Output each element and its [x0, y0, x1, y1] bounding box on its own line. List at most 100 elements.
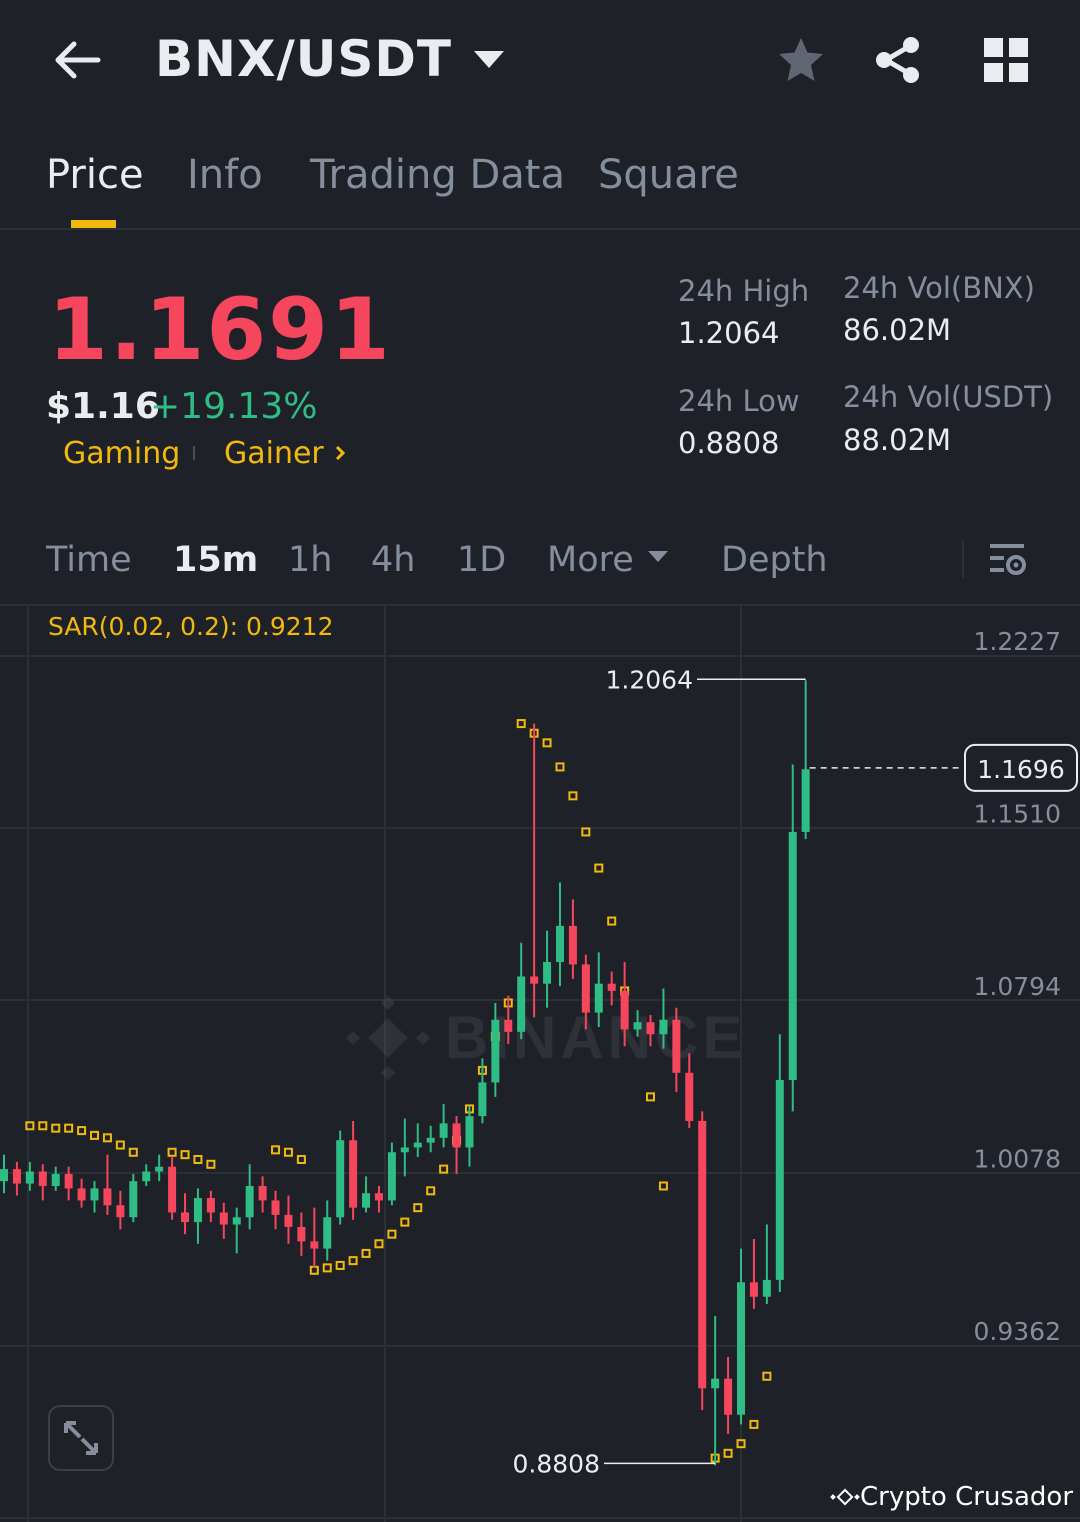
candle — [77, 1178, 86, 1208]
y-tick-label: 1.0078 — [974, 1145, 1061, 1174]
interval-1h[interactable]: 1h — [288, 540, 332, 580]
candle — [362, 1176, 371, 1213]
sar-point — [516, 719, 526, 729]
candle-body — [801, 769, 810, 832]
back-arrow-icon[interactable] — [48, 36, 104, 84]
sar-point — [658, 1181, 668, 1191]
sar-point — [296, 1154, 306, 1164]
sar-indicator-label: SAR(0.02, 0.2): 0.9212 — [48, 612, 334, 641]
low-marker-label: 0.8808 — [513, 1449, 600, 1478]
interval-more[interactable]: More — [547, 540, 668, 580]
candle — [400, 1118, 409, 1177]
candle-body — [439, 1123, 448, 1138]
candle — [801, 680, 810, 840]
candle — [258, 1176, 267, 1213]
sar-point — [374, 1239, 384, 1249]
author-signature: Crypto Crusador — [830, 1482, 1073, 1512]
candle — [323, 1200, 332, 1261]
candle — [232, 1207, 241, 1254]
candle-body — [349, 1140, 358, 1208]
sar-point — [555, 762, 565, 772]
tab-price[interactable]: Price — [46, 152, 144, 198]
candle — [775, 1034, 784, 1292]
star-icon[interactable] — [775, 34, 827, 86]
candle-body — [491, 1019, 500, 1083]
interval-more-label: More — [547, 540, 634, 580]
candle-body — [646, 1022, 655, 1035]
sar-point — [348, 1256, 358, 1266]
sar-point — [271, 1145, 281, 1155]
interval-4h[interactable]: 4h — [371, 540, 415, 580]
sar-point — [568, 791, 578, 801]
sar-point — [581, 827, 591, 837]
tab-info[interactable]: Info — [187, 152, 263, 198]
candle-body — [633, 1022, 642, 1030]
candle-body — [607, 983, 616, 991]
candle-body — [25, 1171, 34, 1184]
candle — [297, 1212, 306, 1256]
tab-trading-data[interactable]: Trading Data — [310, 152, 565, 198]
interval-time[interactable]: Time — [46, 540, 132, 580]
candle — [142, 1164, 151, 1186]
vol-base-label: 24h Vol(BNX) — [843, 271, 1035, 305]
high-value: 1.2064 — [678, 316, 780, 350]
tab-bar: Price Info Trading Data Square — [0, 140, 1080, 230]
sar-point — [167, 1147, 177, 1157]
candle — [517, 942, 526, 1040]
candle — [698, 1111, 707, 1410]
pair-selector[interactable]: BNX/USDT — [155, 30, 504, 88]
chart-settings-icon[interactable] — [986, 538, 1030, 582]
candle — [762, 1224, 771, 1304]
chevron-right-icon[interactable] — [333, 446, 347, 460]
candle — [116, 1190, 125, 1230]
candle — [245, 1164, 254, 1230]
candle-body — [64, 1173, 73, 1189]
candle — [387, 1142, 396, 1206]
candle-body — [12, 1169, 21, 1184]
candle-body — [517, 976, 526, 1032]
candle — [724, 1356, 733, 1435]
binance-watermark: BINANCE — [345, 995, 742, 1081]
candle-body — [0, 1169, 8, 1182]
interval-15m[interactable]: 15m — [173, 540, 258, 580]
candle-series — [0, 680, 810, 1466]
depth-tab[interactable]: Depth — [721, 540, 828, 580]
sar-point — [193, 1154, 203, 1164]
candle — [103, 1154, 112, 1215]
interval-1d[interactable]: 1D — [457, 540, 506, 580]
candlestick-chart[interactable]: BINANCE 1.2227 1.1510 1.0794 1.0078 0.9362 1… — [0, 606, 1080, 1522]
candle-body — [543, 962, 552, 984]
tag-gaming[interactable]: Gaming — [63, 436, 180, 471]
candle — [219, 1202, 228, 1239]
vol-quote-label: 24h Vol(USDT) — [843, 380, 1054, 414]
candle-body — [737, 1282, 746, 1415]
sar-point — [51, 1123, 61, 1133]
candle — [452, 1116, 461, 1174]
candle-body — [206, 1198, 215, 1213]
candle-body — [530, 976, 539, 984]
active-tab-indicator — [71, 220, 116, 228]
candle — [12, 1161, 21, 1196]
candle-body — [685, 1072, 694, 1121]
candle — [206, 1190, 215, 1223]
interval-divider — [962, 540, 964, 578]
candle — [374, 1185, 383, 1213]
candle-body — [594, 983, 603, 1013]
candle-body — [387, 1152, 396, 1201]
sar-point — [283, 1147, 293, 1157]
candle-body — [297, 1226, 306, 1242]
grid-menu-icon[interactable] — [980, 34, 1032, 86]
sar-point — [607, 916, 617, 926]
candle-body — [400, 1147, 409, 1153]
candle — [90, 1181, 99, 1213]
candle-body — [155, 1166, 164, 1172]
share-icon[interactable] — [872, 34, 924, 86]
fullscreen-button[interactable] — [48, 1405, 114, 1471]
candle-body — [232, 1217, 241, 1225]
tab-square[interactable]: Square — [598, 152, 739, 198]
sar-point — [762, 1371, 772, 1381]
tag-gainer[interactable]: Gainer — [224, 436, 324, 471]
sar-point — [206, 1159, 216, 1169]
candle — [181, 1193, 190, 1235]
candle-body — [426, 1137, 435, 1143]
